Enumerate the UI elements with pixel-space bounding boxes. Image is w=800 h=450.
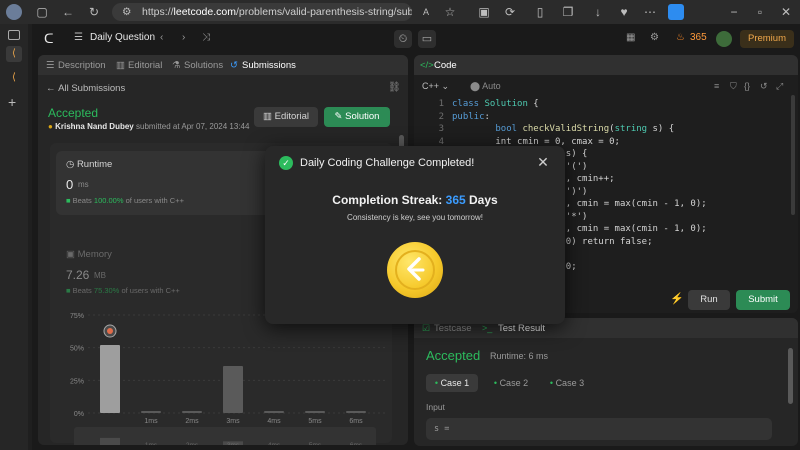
streak-line: Completion Streak: 365 Days [265,193,565,207]
coin-logo-icon [407,257,425,281]
streak-value: 365 [445,193,466,207]
modal-overlay: ✓ Daily Coding Challenge Completed! ✕ Co… [0,0,800,450]
close-icon[interactable]: ✕ [535,154,551,170]
modal-title: Daily Coding Challenge Completed! [300,157,475,169]
challenge-completed-modal: ✓ Daily Coding Challenge Completed! ✕ Co… [265,146,565,324]
modal-subtitle: Consistency is key, see you tomorrow! [347,213,483,222]
leetcode-coin-icon [387,242,443,298]
streak-unit: Days [469,193,498,207]
check-circle-icon: ✓ [279,156,293,170]
streak-label: Completion Streak: [332,193,443,207]
